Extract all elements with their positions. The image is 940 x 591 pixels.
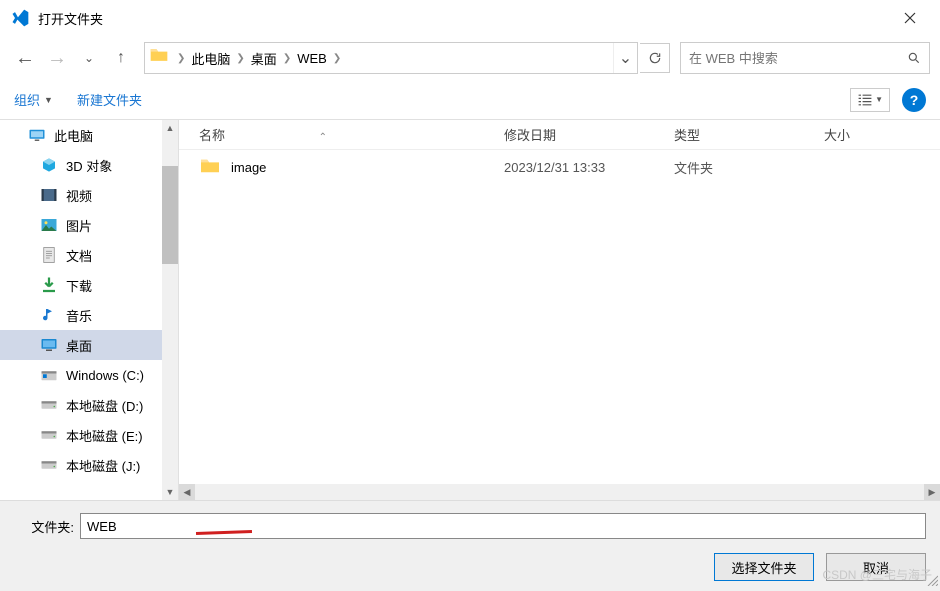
search-input[interactable] <box>681 51 899 66</box>
resize-grip[interactable] <box>926 573 938 585</box>
chevron-down-icon: ▼ <box>875 95 883 104</box>
music-icon <box>40 306 58 324</box>
close-button[interactable] <box>890 0 930 36</box>
watermark: CSDN @三宅与海子 <box>822 566 932 583</box>
address-dropdown[interactable]: ⌄ <box>613 43 637 73</box>
sidebar-item-label: 此电脑 <box>54 126 93 145</box>
download-icon <box>40 276 58 294</box>
sidebar-item-label: Windows (C:) <box>66 368 144 383</box>
sidebar-item-label: 视频 <box>66 186 92 205</box>
disk-icon <box>40 396 58 414</box>
sidebar-item[interactable]: Windows (C:) <box>0 360 178 390</box>
disk-icon <box>40 456 58 474</box>
folder-icon <box>199 157 221 178</box>
folder-label: 文件夹: <box>14 517 74 536</box>
file-type: 文件夹 <box>674 158 824 177</box>
scrollbar-track[interactable] <box>195 484 924 500</box>
folder-icon <box>149 46 173 70</box>
up-button[interactable]: ↑ <box>106 43 136 73</box>
sidebar-item[interactable]: 本地磁盘 (J:) <box>0 450 178 480</box>
disk-icon <box>40 426 58 444</box>
sidebar-item-label: 桌面 <box>66 336 92 355</box>
column-header-type[interactable]: 类型 <box>674 125 824 144</box>
pc-icon <box>28 126 46 144</box>
sort-indicator-icon: ⌃ <box>319 132 327 143</box>
sidebar-item-label: 本地磁盘 (E:) <box>66 426 143 445</box>
chevron-down-icon: ▼ <box>44 95 53 105</box>
column-header-name[interactable]: 名称 ⌃ <box>179 125 504 144</box>
back-button[interactable]: ← <box>10 43 40 73</box>
new-folder-button[interactable]: 新建文件夹 <box>77 90 142 109</box>
doc-icon <box>40 246 58 264</box>
select-folder-button[interactable]: 选择文件夹 <box>714 553 814 581</box>
horizontal-scrollbar[interactable]: ◀ ▶ <box>179 484 940 500</box>
navbar: ← → ⌄ ↑ ❯ 此电脑 ❯ 桌面 ❯ WEB ❯ ⌄ <box>0 36 940 80</box>
winc-icon <box>40 366 58 384</box>
file-date: 2023/12/31 13:33 <box>504 160 674 175</box>
sidebar-item[interactable]: 图片 <box>0 210 178 240</box>
dialog-title: 打开文件夹 <box>38 9 890 28</box>
footer: 文件夹: 选择文件夹 取消 <box>0 500 940 591</box>
breadcrumb-item[interactable]: 此电脑 <box>185 49 236 68</box>
file-name: image <box>231 160 266 175</box>
scroll-left-icon[interactable]: ◀ <box>179 484 195 500</box>
titlebar: 打开文件夹 <box>0 0 940 36</box>
sidebar-item-label: 下载 <box>66 276 92 295</box>
file-list: 名称 ⌃ 修改日期 类型 大小 image 2023/12/31 13:33文件夹… <box>179 120 940 500</box>
folder-input[interactable] <box>80 513 926 539</box>
column-headers: 名称 ⌃ 修改日期 类型 大小 <box>179 120 940 150</box>
column-header-size[interactable]: 大小 <box>824 125 940 144</box>
search-icon[interactable] <box>899 43 929 73</box>
help-button[interactable]: ? <box>902 88 926 112</box>
sidebar-item[interactable]: 本地磁盘 (D:) <box>0 390 178 420</box>
sidebar: 此电脑 3D 对象视频图片文档下载音乐桌面 Windows (C:) 本地磁盘 (D:… <box>0 120 178 500</box>
sidebar-item-label: 本地磁盘 (J:) <box>66 456 140 475</box>
vscode-icon <box>10 8 30 28</box>
sidebar-item-label: 本地磁盘 (D:) <box>66 396 143 415</box>
3d-icon <box>40 156 58 174</box>
sidebar-item-label: 3D 对象 <box>66 156 112 175</box>
refresh-button[interactable] <box>640 43 670 73</box>
body: 此电脑 3D 对象视频图片文档下载音乐桌面 Windows (C:) 本地磁盘 (D:… <box>0 120 940 500</box>
sidebar-item[interactable]: 音乐 <box>0 300 178 330</box>
toolbar: 组织 ▼ 新建文件夹 ▼ ? <box>0 80 940 120</box>
address-bar[interactable]: ❯ 此电脑 ❯ 桌面 ❯ WEB ❯ ⌄ <box>144 42 638 74</box>
chevron-right-icon: ❯ <box>177 53 185 64</box>
organize-menu[interactable]: 组织 ▼ <box>14 90 53 109</box>
chevron-right-icon: ❯ <box>283 53 291 64</box>
sidebar-item[interactable]: 桌面 <box>0 330 178 360</box>
sidebar-scrollbar[interactable]: ▲ ▼ <box>162 120 178 500</box>
sidebar-item[interactable]: 文档 <box>0 240 178 270</box>
desktop-icon <box>40 336 58 354</box>
sidebar-item-label: 音乐 <box>66 306 92 325</box>
breadcrumb-item[interactable]: 桌面 <box>245 49 283 68</box>
breadcrumb: 此电脑 ❯ 桌面 ❯ WEB ❯ <box>185 49 613 68</box>
chevron-right-icon: ❯ <box>236 53 244 64</box>
search-box[interactable] <box>680 42 930 74</box>
sidebar-item[interactable]: 3D 对象 <box>0 150 178 180</box>
forward-button[interactable]: → <box>42 43 72 73</box>
chevron-right-icon: ❯ <box>333 53 341 64</box>
sidebar-item[interactable]: 本地磁盘 (E:) <box>0 420 178 450</box>
sidebar-item[interactable]: 此电脑 <box>0 120 178 150</box>
sidebar-item[interactable]: 视频 <box>0 180 178 210</box>
scrollbar-thumb[interactable] <box>162 166 178 264</box>
picture-icon <box>40 216 58 234</box>
breadcrumb-item[interactable]: WEB <box>291 51 333 66</box>
view-mode-button[interactable]: ▼ <box>850 88 890 112</box>
sidebar-item-label: 文档 <box>66 246 92 265</box>
sidebar-item-label: 图片 <box>66 216 92 235</box>
video-icon <box>40 186 58 204</box>
scroll-right-icon[interactable]: ▶ <box>924 484 940 500</box>
column-header-date[interactable]: 修改日期 <box>504 125 674 144</box>
sidebar-item[interactable]: 下载 <box>0 270 178 300</box>
file-row[interactable]: image 2023/12/31 13:33文件夹 <box>179 150 940 184</box>
history-dropdown[interactable]: ⌄ <box>74 43 104 73</box>
